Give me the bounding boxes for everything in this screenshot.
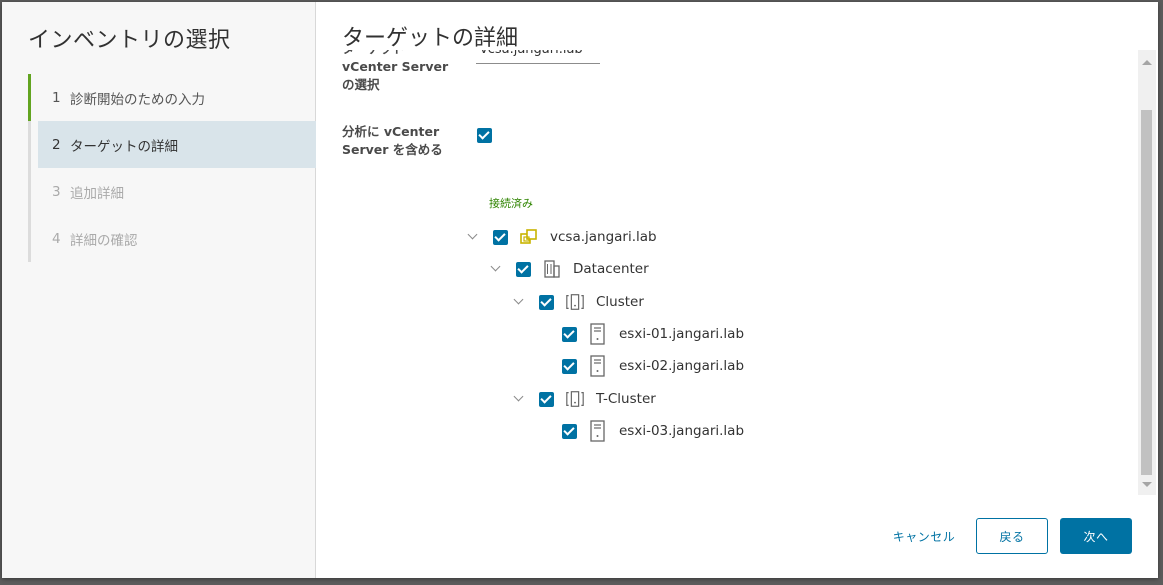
include-vcenter-label: 分析に vCenter Server を含める <box>342 124 443 157</box>
host-icon <box>588 420 608 442</box>
chevron-down-icon[interactable] <box>511 391 527 407</box>
tree-checkbox[interactable] <box>562 326 577 342</box>
scroll-down-arrow-icon[interactable] <box>1142 482 1152 487</box>
tree-node-label: esxi-03.jangari.lab <box>619 423 745 439</box>
tree-node-label: esxi-01.jangari.lab <box>619 326 745 342</box>
step-number: 3 <box>52 183 61 200</box>
host-icon <box>588 323 608 345</box>
step-number: 2 <box>52 136 61 153</box>
chevron-down-icon[interactable] <box>465 229 481 245</box>
tree-checkbox[interactable] <box>539 391 554 407</box>
tree-node-host: esxi-02.jangari.lab <box>562 354 744 378</box>
step-number: 4 <box>52 230 61 247</box>
tree-node-label: vcsa.jangari.lab <box>550 229 657 245</box>
step-label: 診断開始のための入力 <box>70 91 205 108</box>
scroll-up-arrow-icon[interactable] <box>1142 60 1152 65</box>
cancel-button[interactable]: キャンセル <box>884 518 964 554</box>
tree-node-datacenter: Datacenter <box>488 257 649 281</box>
tree-node-label: Cluster <box>596 294 644 310</box>
tree-checkbox[interactable] <box>562 423 577 439</box>
tree-node-vcenter: vcsa.jangari.lab <box>465 225 657 249</box>
tree-node-cluster: Cluster <box>511 290 644 314</box>
step-label: 詳細の確認 <box>70 232 138 249</box>
tree-node-label: T-Cluster <box>596 391 656 407</box>
tree-node-cluster: T-Cluster <box>511 387 656 411</box>
tree-checkbox[interactable] <box>562 358 577 374</box>
step-1[interactable]: 1 診断開始のための入力 <box>28 74 316 121</box>
vcenter-icon <box>519 227 539 247</box>
content-area: ターゲット vCenter Server の選択 vcsa.jangari.la… <box>316 50 1138 495</box>
content-scrollbar[interactable] <box>1138 50 1156 495</box>
scroll-thumb[interactable] <box>1141 110 1152 475</box>
tree-checkbox[interactable] <box>516 261 531 277</box>
page-title: ターゲットの詳細 <box>342 26 519 51</box>
tree-checkbox[interactable] <box>493 229 508 245</box>
wizard-dialog: インベントリの選択 1 診断開始のための入力 2 ターゲットの詳細 3 追加詳細… <box>2 2 1158 578</box>
tree-node-label: esxi-02.jangari.lab <box>619 358 745 374</box>
tree-node-label: Datacenter <box>573 261 649 277</box>
include-vcenter-checkbox[interactable] <box>477 128 492 143</box>
host-icon <box>588 355 608 377</box>
step-label: 追加詳細 <box>70 185 124 202</box>
back-button[interactable]: 戻る <box>976 518 1048 554</box>
chevron-down-icon[interactable] <box>511 294 527 310</box>
step-number: 1 <box>52 89 61 106</box>
vcenter-select-label: ターゲット vCenter Server の選択 <box>342 50 449 92</box>
step-2[interactable]: 2 ターゲットの詳細 <box>38 121 316 168</box>
tree-node-host: esxi-01.jangari.lab <box>562 322 744 346</box>
next-button[interactable]: 次へ <box>1060 518 1132 554</box>
wizard-title: インベントリの選択 <box>28 28 231 53</box>
tree-node-host: esxi-03.jangari.lab <box>562 419 744 443</box>
chevron-down-icon[interactable] <box>488 261 504 277</box>
cluster-icon <box>565 292 585 312</box>
step-label: ターゲットの詳細 <box>70 138 178 155</box>
step-4: 4 詳細の確認 <box>31 215 316 262</box>
tree-checkbox[interactable] <box>539 294 554 310</box>
step-list: 1 診断開始のための入力 2 ターゲットの詳細 3 追加詳細 4 詳細の確認 <box>28 74 316 262</box>
wizard-sidebar: インベントリの選択 1 診断開始のための入力 2 ターゲットの詳細 3 追加詳細… <box>2 2 316 578</box>
vcenter-select[interactable]: vcsa.jangari.lab <box>476 50 600 64</box>
cluster-icon <box>565 389 585 409</box>
step-3: 3 追加詳細 <box>31 168 316 215</box>
datacenter-icon <box>542 259 562 279</box>
connection-status: 接続済み <box>489 197 533 210</box>
